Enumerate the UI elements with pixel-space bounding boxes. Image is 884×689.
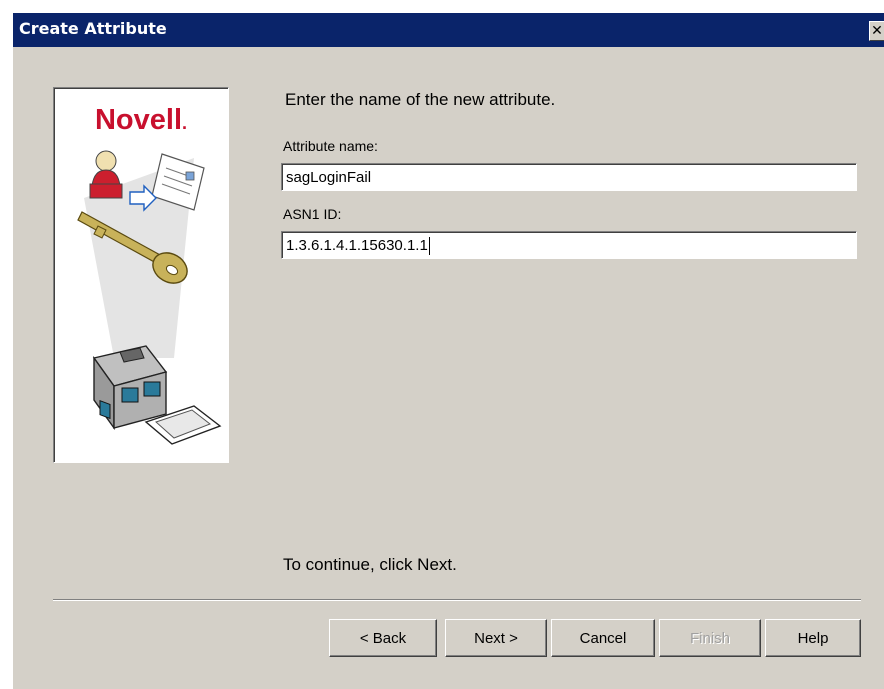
continue-hint: To continue, click Next. xyxy=(283,555,457,574)
novell-logo: Novell. xyxy=(94,104,188,136)
attribute-name-label: Attribute name: xyxy=(283,138,378,154)
close-button[interactable]: ✕ xyxy=(869,21,884,41)
back-button[interactable]: < Back xyxy=(329,619,437,657)
help-button[interactable]: Help xyxy=(765,619,861,657)
attribute-name-value: sagLoginFail xyxy=(286,169,372,186)
close-icon: ✕ xyxy=(871,23,883,39)
text-caret xyxy=(428,237,430,256)
server-icon xyxy=(92,345,168,431)
cancel-button[interactable]: Cancel xyxy=(551,619,655,657)
banner-illustration xyxy=(77,150,222,445)
user-icon xyxy=(89,150,123,199)
asn1-id-value: 1.3.6.1.4.1.15630.1.1 xyxy=(286,237,428,254)
wizard-banner-image: Novell. xyxy=(53,87,229,463)
dialog-title: Create Attribute xyxy=(19,19,167,38)
instruction-text: Enter the name of the new attribute. xyxy=(285,90,556,109)
attribute-name-input[interactable]: sagLoginFail xyxy=(281,163,857,191)
asn1-id-input[interactable]: 1.3.6.1.4.1.15630.1.1 xyxy=(281,231,857,259)
footer-divider xyxy=(53,599,861,601)
finish-button[interactable]: Finish xyxy=(659,619,761,657)
asn1-id-label: ASN1 ID: xyxy=(283,206,342,222)
create-attribute-dialog: Create Attribute ✕ Novell. Enter the nam… xyxy=(12,12,884,689)
next-button[interactable]: Next > xyxy=(445,619,547,657)
title-bar[interactable]: Create Attribute ✕ xyxy=(13,13,884,47)
